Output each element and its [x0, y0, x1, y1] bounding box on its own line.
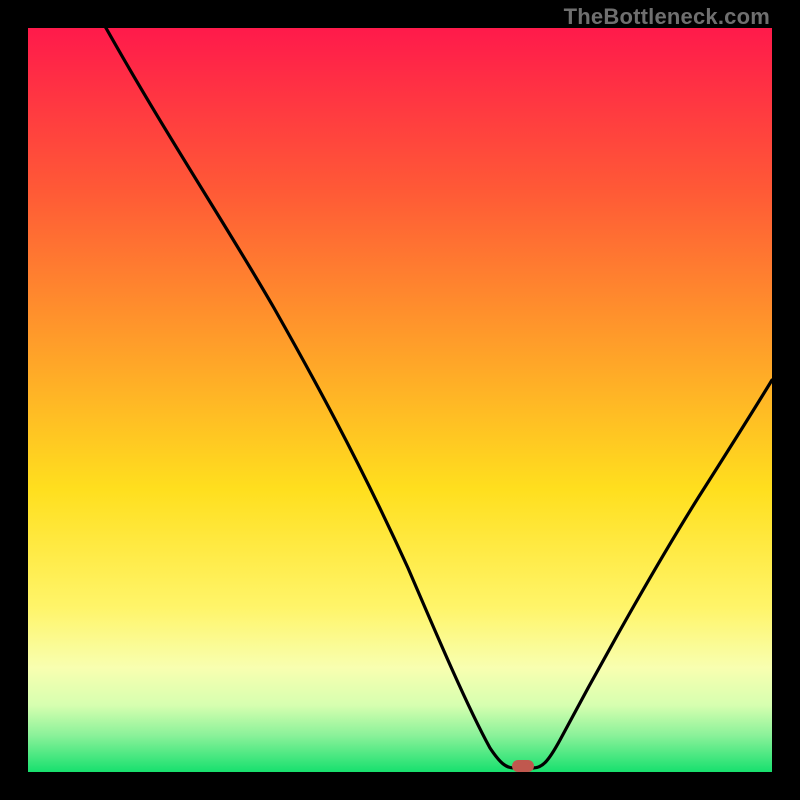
bottleneck-curve	[28, 28, 772, 772]
plot-area	[28, 28, 772, 772]
curve-path	[73, 28, 772, 768]
minimum-marker	[512, 760, 534, 772]
watermark-text: TheBottleneck.com	[564, 4, 770, 30]
chart-frame: TheBottleneck.com	[0, 0, 800, 800]
